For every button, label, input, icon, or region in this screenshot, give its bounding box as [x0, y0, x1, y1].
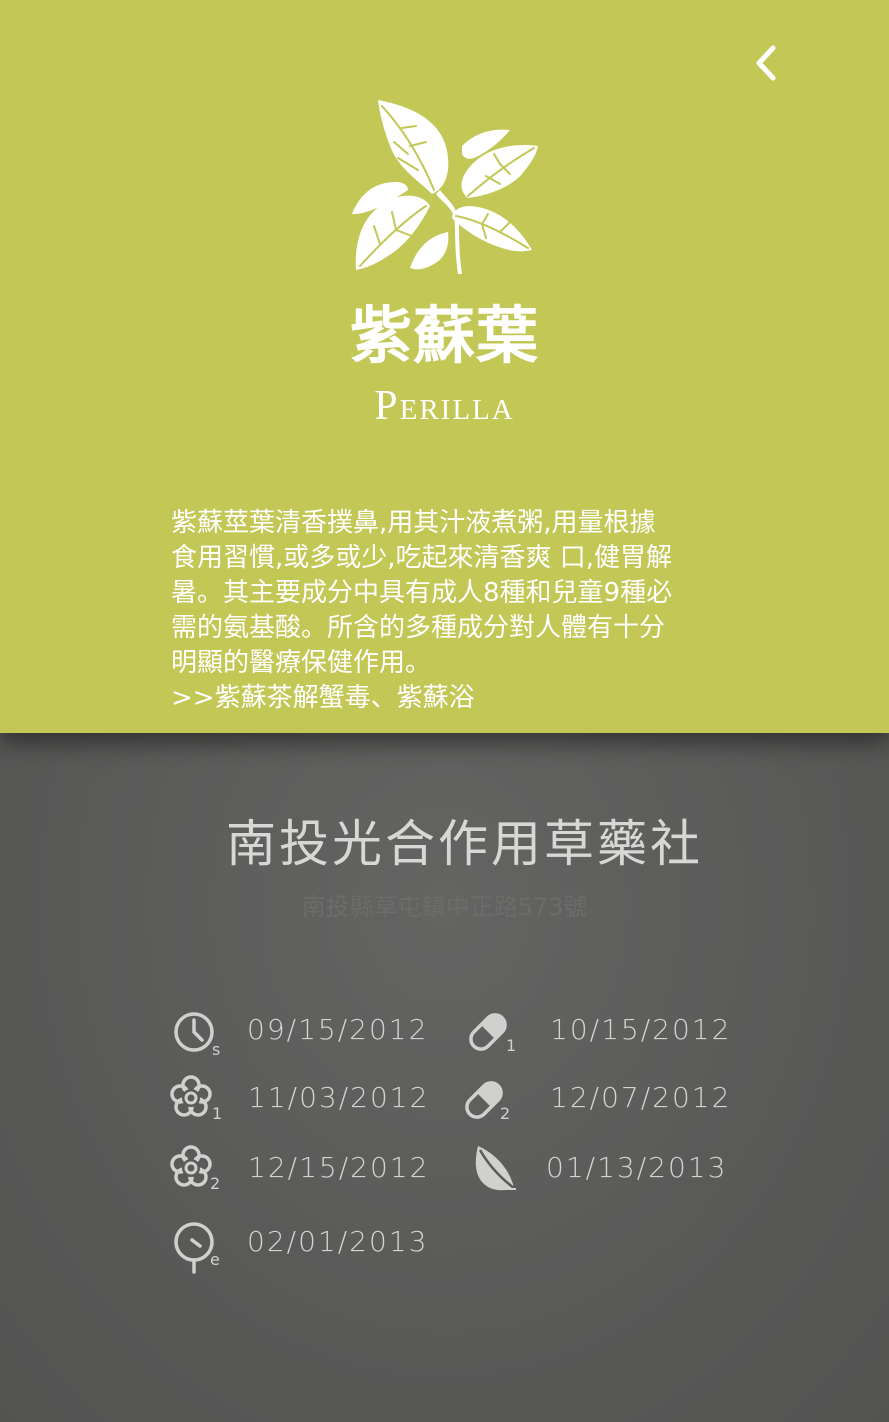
icon-subscript: 1	[506, 1036, 517, 1055]
leaf-icon	[470, 1140, 526, 1196]
description-line: 暑。其主要成分中具有成人8種和兒童9種必	[171, 578, 673, 608]
herb-description: 紫蘇莖葉清香撲鼻,用其汁液煮粥,用量根據 食用習慣,或多或少,吃起來清香爽 口,…	[171, 506, 731, 716]
shop-name: 南投光合作用草藥社	[226, 815, 703, 873]
herb-name-english: Perilla	[374, 383, 515, 429]
date-value: 12/07/2012	[550, 1081, 732, 1114]
herb-header-panel: 紫蘇葉 Perilla 紫蘇莖葉清香撲鼻,用其汁液煮粥,用量根據 食用習慣,或多…	[0, 0, 889, 733]
capsule-icon: 2	[462, 1070, 518, 1126]
icon-subscript: 1	[212, 1104, 223, 1123]
icon-subscript: 2	[210, 1174, 221, 1193]
related-links[interactable]: >>紫蘇茶解蟹毒、紫蘇浴	[171, 681, 731, 716]
back-button[interactable]	[746, 42, 786, 88]
date-item-end: e 02/01/2013	[170, 1212, 426, 1274]
date-item-capsule-1: 1 10/15/2012	[466, 1000, 729, 1060]
flower-icon: 1	[170, 1070, 226, 1126]
date-value: 02/01/2013	[247, 1225, 429, 1258]
date-item-flower-2: 2 12/15/2012	[170, 1138, 427, 1198]
date-item-leaf: 01/13/2013	[470, 1138, 725, 1198]
flower-icon: 2	[170, 1140, 226, 1196]
icon-subscript: s	[212, 1040, 221, 1059]
date-item-start: s 09/15/2012	[170, 1000, 426, 1060]
description-line: 需的氨基酸。所含的多種成分對人體有十分	[171, 613, 666, 643]
perilla-leaf-icon	[350, 98, 540, 274]
date-item-flower-1: 1 11/03/2012	[170, 1068, 427, 1128]
description-line: 明顯的醫療保健作用。	[171, 648, 432, 678]
date-item-capsule-2: 2 12/07/2012	[462, 1068, 729, 1128]
date-value: 10/15/2012	[550, 1013, 732, 1046]
clock-end-icon: e	[170, 1214, 226, 1274]
date-value: 12/15/2012	[248, 1151, 430, 1184]
icon-subscript: e	[210, 1250, 220, 1269]
clock-icon: s	[170, 1002, 226, 1059]
date-value: 09/15/2012	[247, 1013, 429, 1046]
date-value: 01/13/2013	[546, 1151, 728, 1184]
capsule-icon: 1	[466, 1002, 522, 1058]
description-line: 食用習慣,或多或少,吃起來清香爽 口,健胃解	[171, 543, 673, 573]
icon-subscript: 2	[500, 1104, 511, 1123]
shop-address: 南投縣草屯鎮中正路573號	[301, 893, 588, 921]
description-line: 紫蘇莖葉清香撲鼻,用其汁液煮粥,用量根據	[171, 508, 656, 538]
date-value: 11/03/2012	[248, 1081, 430, 1114]
herb-name-chinese: 紫蘇葉	[349, 299, 539, 372]
chevron-left-icon	[753, 43, 779, 87]
